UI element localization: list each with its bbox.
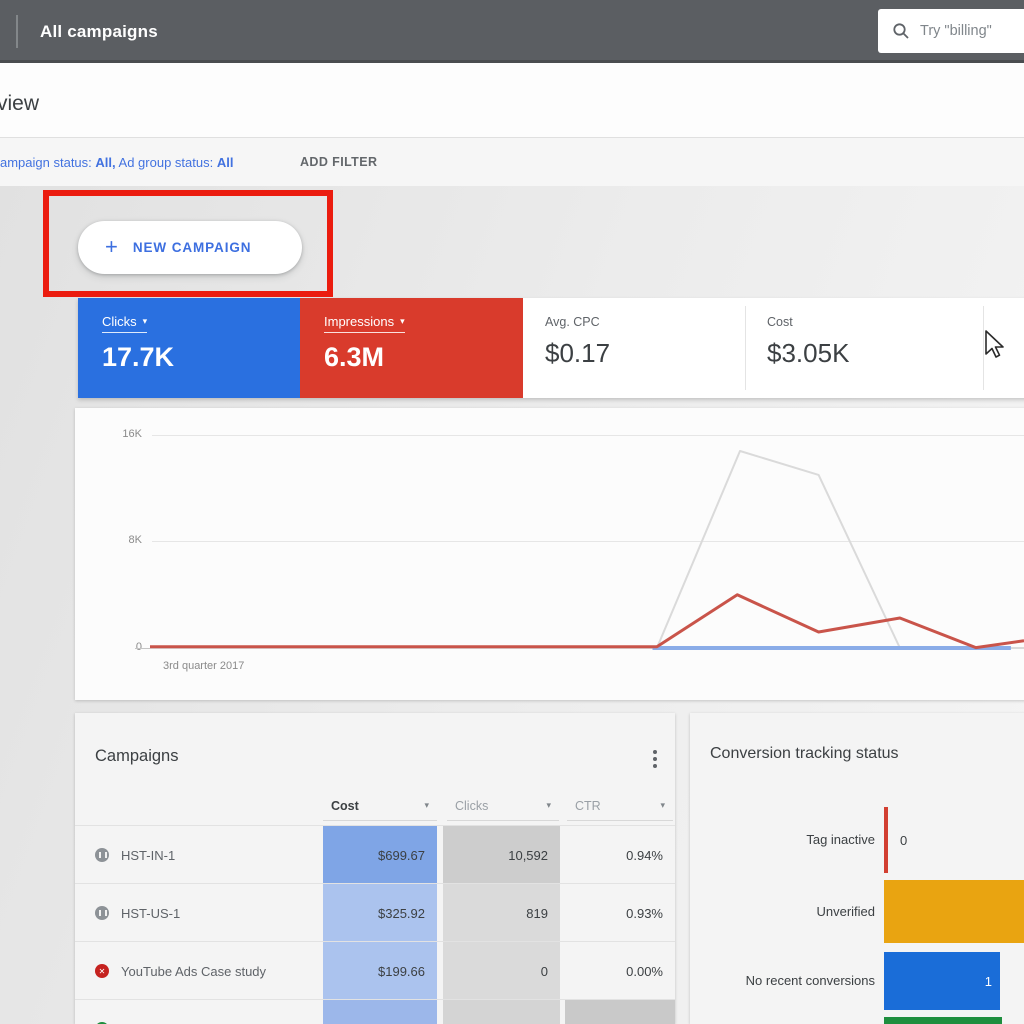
topbar-divider — [16, 15, 18, 48]
scorecards-row: Clicks ▾ 17.7K Impressions ▾ 6.3M Avg. C… — [78, 298, 1024, 398]
clicks-header-label: Clicks — [455, 799, 488, 813]
scorecard-clicks-value: 17.7K — [102, 342, 300, 373]
top-bar: All campaigns Try "billing" — [0, 0, 1024, 63]
scorecard-avg-cpc[interactable]: Avg. CPC $0.17 — [545, 298, 610, 398]
cost-header-label: Cost — [331, 799, 359, 813]
campaign-name-cell[interactable]: HST-IN-1 — [75, 826, 323, 884]
clicks-cell — [443, 1000, 560, 1024]
campaign-name-cell[interactable]: YouTube Ads Case study — [75, 942, 323, 1000]
table-row — [75, 999, 675, 1024]
ad-group-status-label: Ad group status: — [119, 155, 214, 170]
conversion-category-label — [705, 1017, 875, 1024]
chevron-down-icon: ▾ — [143, 316, 148, 327]
add-filter-button[interactable]: ADD FILTER — [300, 155, 377, 169]
google-ads-overview-screen: All campaigns Try "billing" view ampaign… — [0, 0, 1024, 1024]
ctr-cell: 0.94% — [565, 826, 675, 884]
red-line — [150, 595, 1024, 648]
campaign-name-cell[interactable]: HST-US-1 — [75, 884, 323, 942]
scorecard-cost[interactable]: Cost $3.05K — [767, 298, 849, 398]
cost-label: Cost — [767, 315, 849, 329]
conversion-tracking-card: Conversion tracking status Tag inactive … — [690, 713, 1024, 1024]
campaigns-card: Campaigns Cost ▾ Clicks ▾ CTR ▾ HST-IN-1… — [75, 713, 675, 1024]
campaigns-card-title: Campaigns — [95, 747, 178, 766]
cost-cell: $199.66 — [323, 942, 437, 1000]
sort-arrow-icon: ▾ — [546, 800, 551, 811]
sort-arrow-icon: ▾ — [660, 800, 665, 811]
x-axis-label: 3rd quarter 2017 — [163, 660, 244, 672]
ad-group-status-value: All — [217, 155, 234, 170]
bar-value-label: 1 — [985, 952, 992, 1010]
conversion-category-label: Tag inactive — [705, 807, 875, 873]
conversion-category-label: No recent conversions — [705, 952, 875, 1010]
bar-no-recent-conversions: 1 — [884, 952, 1000, 1010]
conversion-card-title: Conversion tracking status — [710, 745, 899, 763]
column-header-ctr[interactable]: CTR ▾ — [567, 791, 673, 821]
search-placeholder: Try "billing" — [920, 23, 992, 39]
bar-tag-inactive — [884, 807, 888, 873]
campaign-name: HST-IN-1 — [121, 848, 175, 863]
search-input[interactable]: Try "billing" — [878, 9, 1024, 53]
scorecard-clicks[interactable]: Clicks ▾ 17.7K — [78, 298, 300, 398]
campaign-status-icon — [95, 964, 109, 978]
metric-divider — [745, 306, 746, 390]
clicks-cell: 819 — [443, 884, 560, 942]
campaign-name: HST-US-1 — [121, 906, 180, 921]
ctr-cell — [565, 1000, 675, 1024]
chevron-down-icon: ▾ — [400, 316, 405, 327]
sort-arrow-icon: ▾ — [424, 800, 429, 811]
ctr-cell: 0.00% — [565, 942, 675, 1000]
heading-band — [0, 63, 1024, 138]
scorecard-impressions-value: 6.3M — [324, 342, 523, 373]
search-icon — [892, 22, 910, 40]
clicks-cell: 10,592 — [443, 826, 560, 884]
avg-cpc-value: $0.17 — [545, 338, 610, 369]
scorecard-impressions-label: Impressions — [324, 314, 394, 329]
cost-cell: $325.92 — [323, 884, 437, 942]
campaign-status-label: ampaign status: — [0, 155, 92, 170]
avg-cpc-label: Avg. CPC — [545, 315, 610, 329]
overview-chart-card: 16K 8K 0 3rd quarter 2017 — [75, 408, 1024, 700]
cost-cell: $699.67 — [323, 826, 437, 884]
cost-value: $3.05K — [767, 338, 849, 369]
kebab-menu-icon[interactable] — [653, 757, 657, 761]
ctr-cell: 0.93% — [565, 884, 675, 942]
bar-bottom-clipped — [884, 1017, 1002, 1024]
mouse-cursor — [984, 330, 1006, 365]
campaign-name: YouTube Ads Case study — [121, 964, 266, 979]
campaign-name-cell[interactable] — [75, 1000, 323, 1024]
page-context-title: All campaigns — [40, 0, 158, 63]
conversion-category-label: Unverified — [705, 880, 875, 943]
table-row: HST-US-1 $325.92 819 0.93% — [75, 883, 675, 942]
column-header-clicks[interactable]: Clicks ▾ — [447, 791, 559, 821]
bar-unverified — [884, 880, 1024, 943]
campaign-status-icon — [95, 906, 109, 920]
annotation-highlight-box — [43, 190, 333, 297]
table-row: YouTube Ads Case study $199.66 0 0.00% — [75, 941, 675, 1000]
table-row: HST-IN-1 $699.67 10,592 0.94% — [75, 825, 675, 884]
scorecard-impressions[interactable]: Impressions ▾ 6.3M — [300, 298, 523, 398]
campaign-status-icon — [95, 848, 109, 862]
campaign-status-value: All, — [95, 155, 115, 170]
page-title: view — [0, 92, 39, 116]
column-header-cost[interactable]: Cost ▾ — [323, 791, 437, 821]
performance-line-chart — [75, 408, 1024, 700]
bar-value-label: 0 — [900, 807, 907, 873]
scorecard-clicks-label: Clicks — [102, 314, 137, 329]
cost-cell — [323, 1000, 437, 1024]
clicks-cell: 0 — [443, 942, 560, 1000]
status-filter-link[interactable]: ampaign status: All, Ad group status: Al… — [0, 155, 233, 170]
ctr-header-label: CTR — [575, 799, 601, 813]
scorecard-plain-group: Avg. CPC $0.17 Cost $3.05K — [523, 298, 1024, 398]
